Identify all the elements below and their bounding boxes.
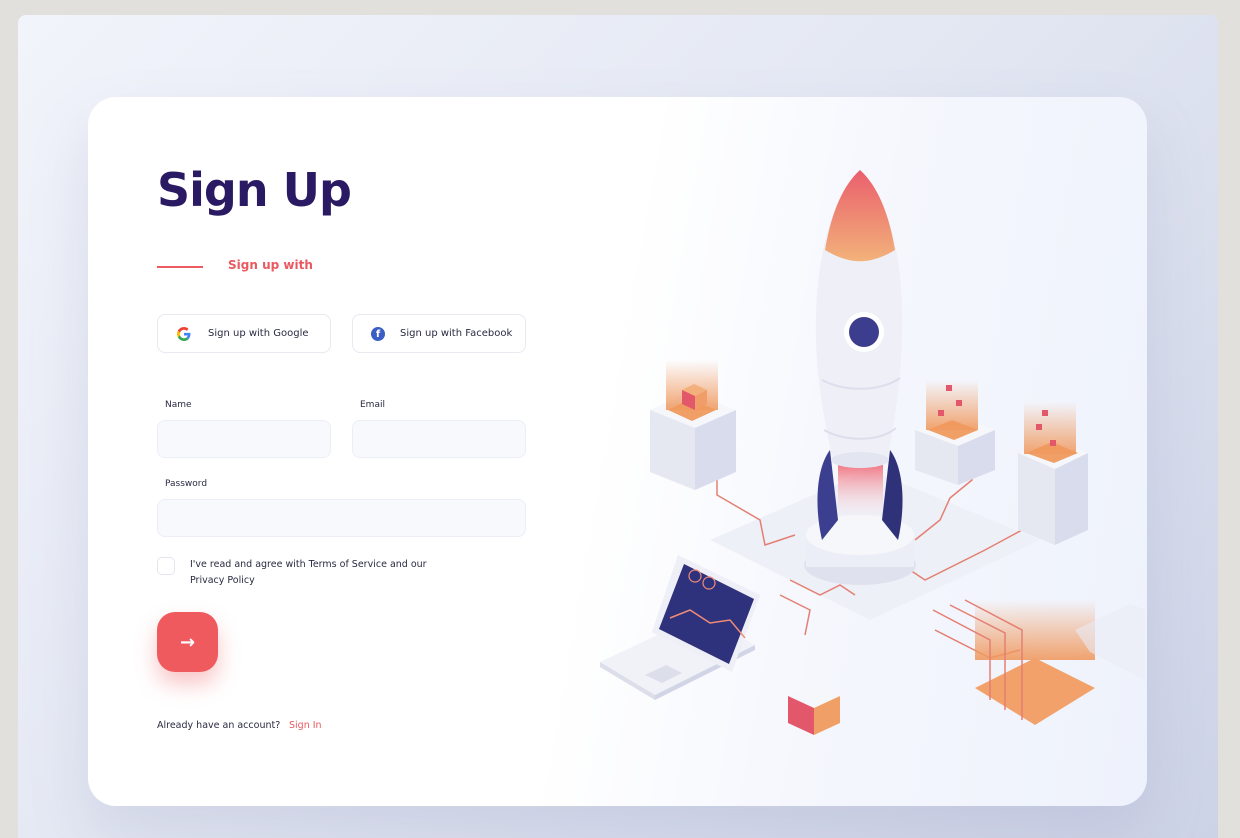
page-title: Sign Up	[157, 163, 352, 217]
facebook-signup-label: Sign up with Facebook	[400, 328, 513, 339]
laptop	[600, 555, 760, 700]
rocket	[804, 170, 916, 585]
terms-text: I've read and agree with Terms of Servic…	[190, 559, 427, 586]
google-signup-button[interactable]: Sign up with Google	[157, 314, 331, 353]
far-right-pillar	[1018, 402, 1088, 545]
facebook-logo-icon: f	[371, 326, 385, 341]
google-signup-label: Sign up with Google	[208, 328, 309, 339]
subtitle-divider	[157, 266, 203, 268]
terms-checkbox[interactable]	[157, 557, 175, 575]
name-input[interactable]	[157, 420, 331, 458]
right-glow-block	[932, 599, 1095, 725]
submit-button[interactable]: →	[157, 612, 218, 672]
arrow-right-icon: →	[179, 631, 196, 653]
sign-in-link[interactable]: Sign In	[289, 720, 322, 731]
bottom-cube	[788, 684, 840, 735]
google-logo-icon	[177, 326, 191, 341]
email-label: Email	[360, 400, 385, 410]
rocket-illustration	[600, 170, 1145, 735]
password-input[interactable]	[157, 499, 526, 537]
have-account-text: Already have an account?	[157, 720, 281, 731]
middle-right-pillar	[915, 380, 995, 485]
password-label: Password	[165, 479, 208, 489]
left-pillar	[650, 360, 736, 490]
facebook-signup-button[interactable]: f Sign up with Facebook	[352, 314, 526, 353]
signup-with-label: Sign up with	[228, 258, 313, 272]
email-input[interactable]	[352, 420, 526, 458]
name-label: Name	[165, 400, 192, 410]
